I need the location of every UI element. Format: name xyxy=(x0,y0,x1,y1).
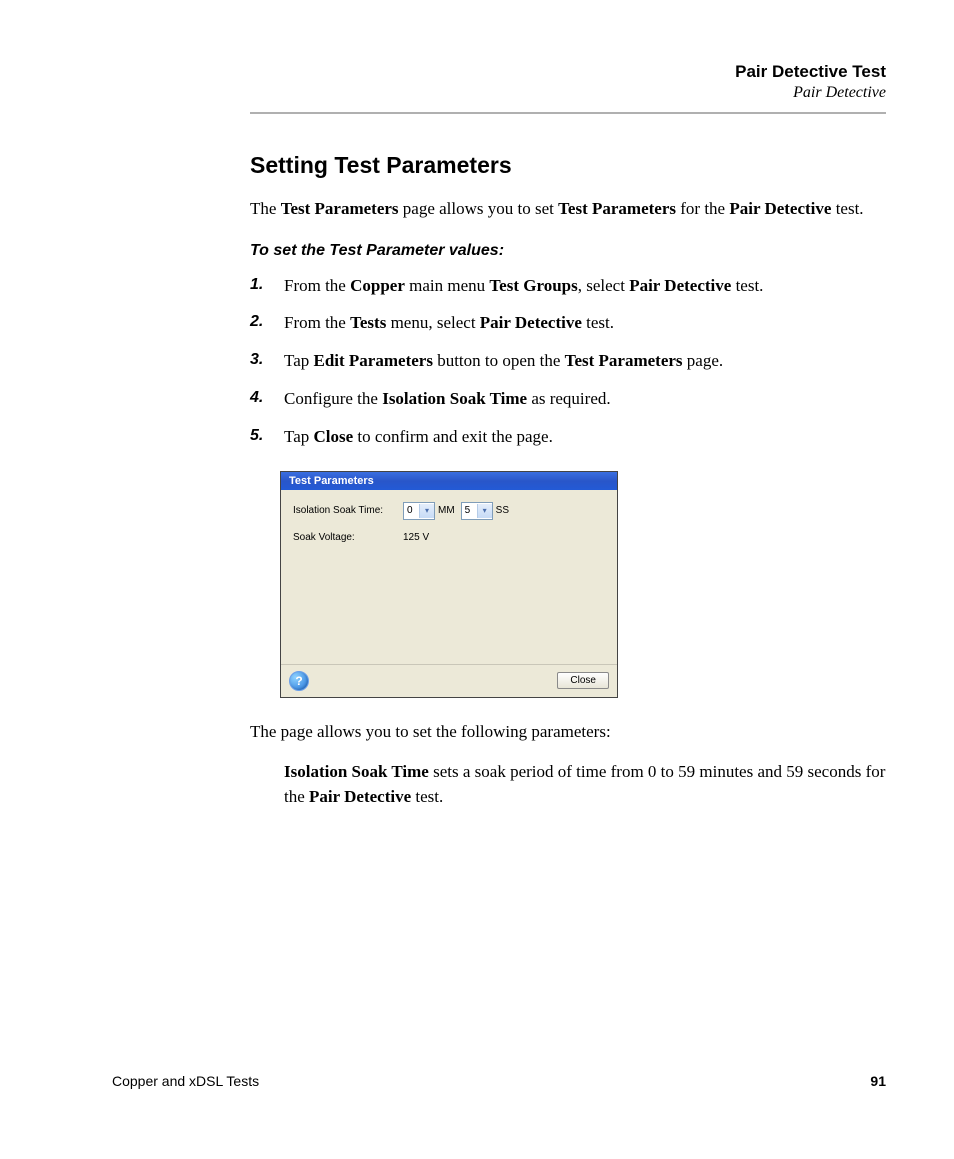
step-number: 1. xyxy=(250,274,263,296)
section-subtitle: Pair Detective xyxy=(250,84,886,102)
step-4: 4. Configure the Isolation Soak Time as … xyxy=(250,387,886,411)
procedure-steps: 1. From the Copper main menu Test Groups… xyxy=(250,274,886,449)
seconds-dropdown[interactable]: 5 ▾ xyxy=(461,502,493,520)
chevron-down-icon: ▾ xyxy=(419,504,434,518)
close-button[interactable]: Close xyxy=(557,672,609,689)
page-number: 91 xyxy=(870,1073,886,1089)
soak-voltage-value: 125 V xyxy=(403,532,429,543)
isolation-soak-time-label: Isolation Soak Time: xyxy=(293,505,403,516)
procedure-title: To set the Test Parameter values: xyxy=(250,242,886,260)
step-number: 4. xyxy=(250,387,263,409)
parameter-description: Isolation Soak Time sets a soak period o… xyxy=(250,760,886,809)
step-number: 3. xyxy=(250,349,263,371)
seconds-unit: SS xyxy=(496,505,509,516)
step-3: 3. Tap Edit Parameters button to open th… xyxy=(250,349,886,373)
step-number: 5. xyxy=(250,425,263,447)
after-dialog-text: The page allows you to set the following… xyxy=(250,720,886,745)
header-divider xyxy=(250,112,886,114)
book-title: Copper and xDSL Tests xyxy=(112,1073,259,1089)
intro-paragraph: The Test Parameters page allows you to s… xyxy=(250,197,886,222)
step-5: 5. Tap Close to confirm and exit the pag… xyxy=(250,425,886,449)
chapter-title: Pair Detective Test xyxy=(250,62,886,82)
step-number: 2. xyxy=(250,311,263,333)
step-2: 2. From the Tests menu, select Pair Dete… xyxy=(250,311,886,335)
dialog-body: Isolation Soak Time: 0 ▾ MM 5 ▾ SS Soak … xyxy=(281,490,617,664)
test-parameters-dialog: Test Parameters Isolation Soak Time: 0 ▾… xyxy=(280,471,618,698)
minutes-unit: MM xyxy=(438,505,455,516)
page-heading: Setting Test Parameters xyxy=(250,152,886,179)
soak-voltage-label: Soak Voltage: xyxy=(293,532,403,543)
minutes-dropdown[interactable]: 0 ▾ xyxy=(403,502,435,520)
page-footer: Copper and xDSL Tests 91 xyxy=(112,1073,886,1089)
step-1: 1. From the Copper main menu Test Groups… xyxy=(250,274,886,298)
dialog-titlebar: Test Parameters xyxy=(281,472,617,490)
help-icon[interactable]: ? xyxy=(289,671,309,691)
chevron-down-icon: ▾ xyxy=(477,504,492,518)
